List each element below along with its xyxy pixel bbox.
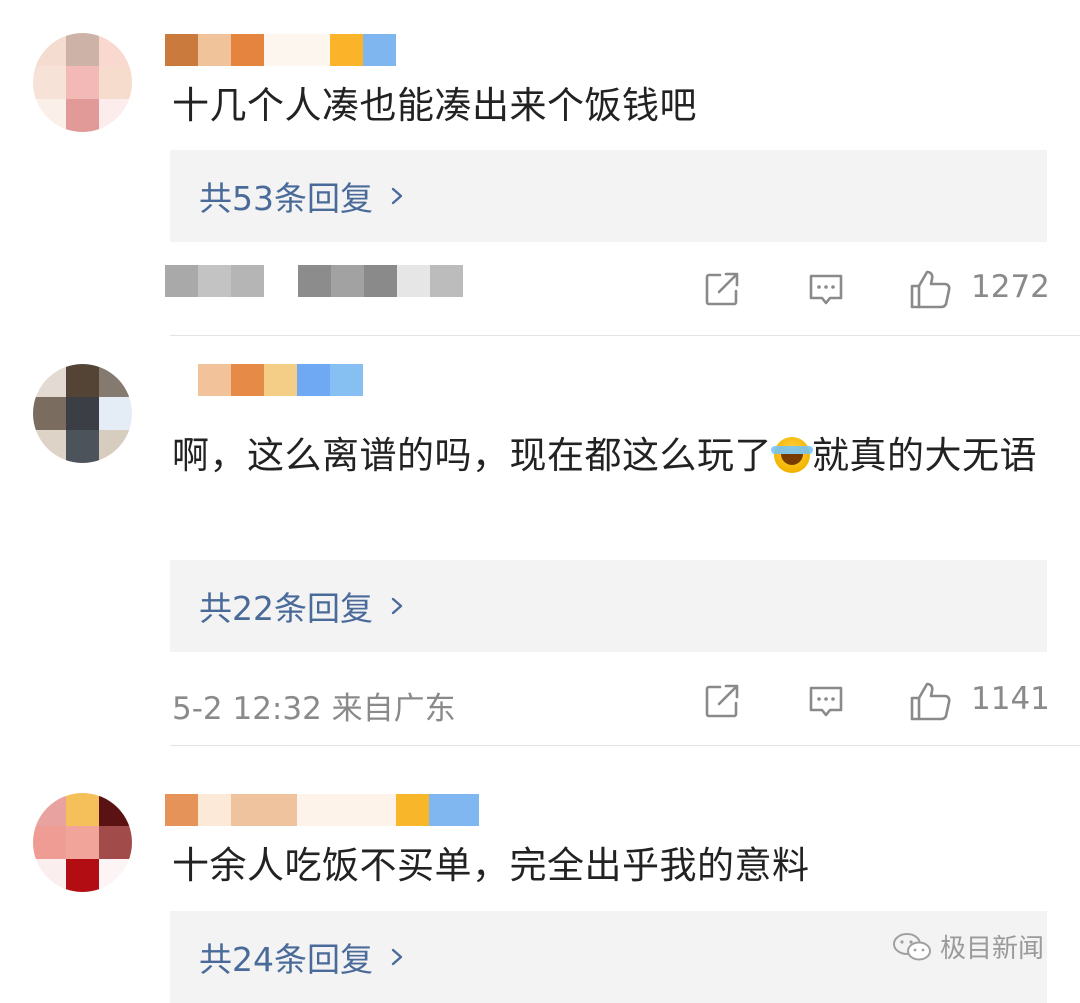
chevron-right-icon	[391, 597, 403, 615]
share-icon[interactable]	[702, 269, 742, 309]
comment-meta-row: 1272	[0, 265, 1080, 315]
redacted-meta	[165, 265, 264, 297]
comment-meta-row: 5-2 12:32 来自广东 1141	[0, 677, 1080, 727]
avatar[interactable]	[33, 33, 132, 132]
comment-text: 十余人吃饭不买单，完全出乎我的意料	[172, 844, 810, 887]
chevron-right-icon	[391, 948, 403, 966]
watermark: 极目新闻	[892, 928, 1044, 965]
comment-icon[interactable]	[806, 681, 846, 721]
like-count: 1272	[971, 269, 1050, 305]
comment-text: 啊，这么离谱的吗，现在都这么玩了 就真的大无语	[172, 428, 1042, 484]
reply-summary-button[interactable]: 共22条回复	[170, 560, 1047, 652]
username-redacted[interactable]	[165, 34, 396, 66]
cry-laugh-emoji-icon	[771, 437, 813, 473]
timestamp-location: 5-2 12:32 来自广东	[172, 691, 456, 727]
reply-summary-label: 共24条回复	[199, 940, 373, 979]
like-count: 1141	[971, 681, 1050, 717]
watermark-text: 极目新闻	[940, 934, 1045, 964]
chevron-right-icon	[391, 187, 403, 205]
username-redacted[interactable]	[165, 794, 479, 826]
comment-text-part: 就真的大无语	[812, 434, 1037, 477]
reply-summary-label: 共53条回复	[199, 179, 373, 218]
comment-icon[interactable]	[806, 269, 846, 309]
divider	[170, 335, 1080, 336]
thumbs-up-icon[interactable]	[908, 267, 952, 311]
share-icon[interactable]	[702, 681, 742, 721]
wechat-icon	[893, 932, 931, 960]
redacted-meta	[298, 265, 463, 297]
reply-summary-label: 共22条回复	[199, 589, 373, 628]
comment-text: 十几个人凑也能凑出来个饭钱吧	[172, 84, 697, 127]
thumbs-up-icon[interactable]	[908, 679, 952, 723]
reply-summary-button[interactable]: 共53条回复	[170, 150, 1047, 242]
comment-text-part: 啊，这么离谱的吗，现在都这么玩了	[172, 434, 772, 477]
avatar[interactable]	[33, 364, 132, 463]
avatar[interactable]	[33, 793, 132, 892]
username-redacted[interactable]	[198, 364, 363, 396]
divider	[170, 745, 1080, 746]
